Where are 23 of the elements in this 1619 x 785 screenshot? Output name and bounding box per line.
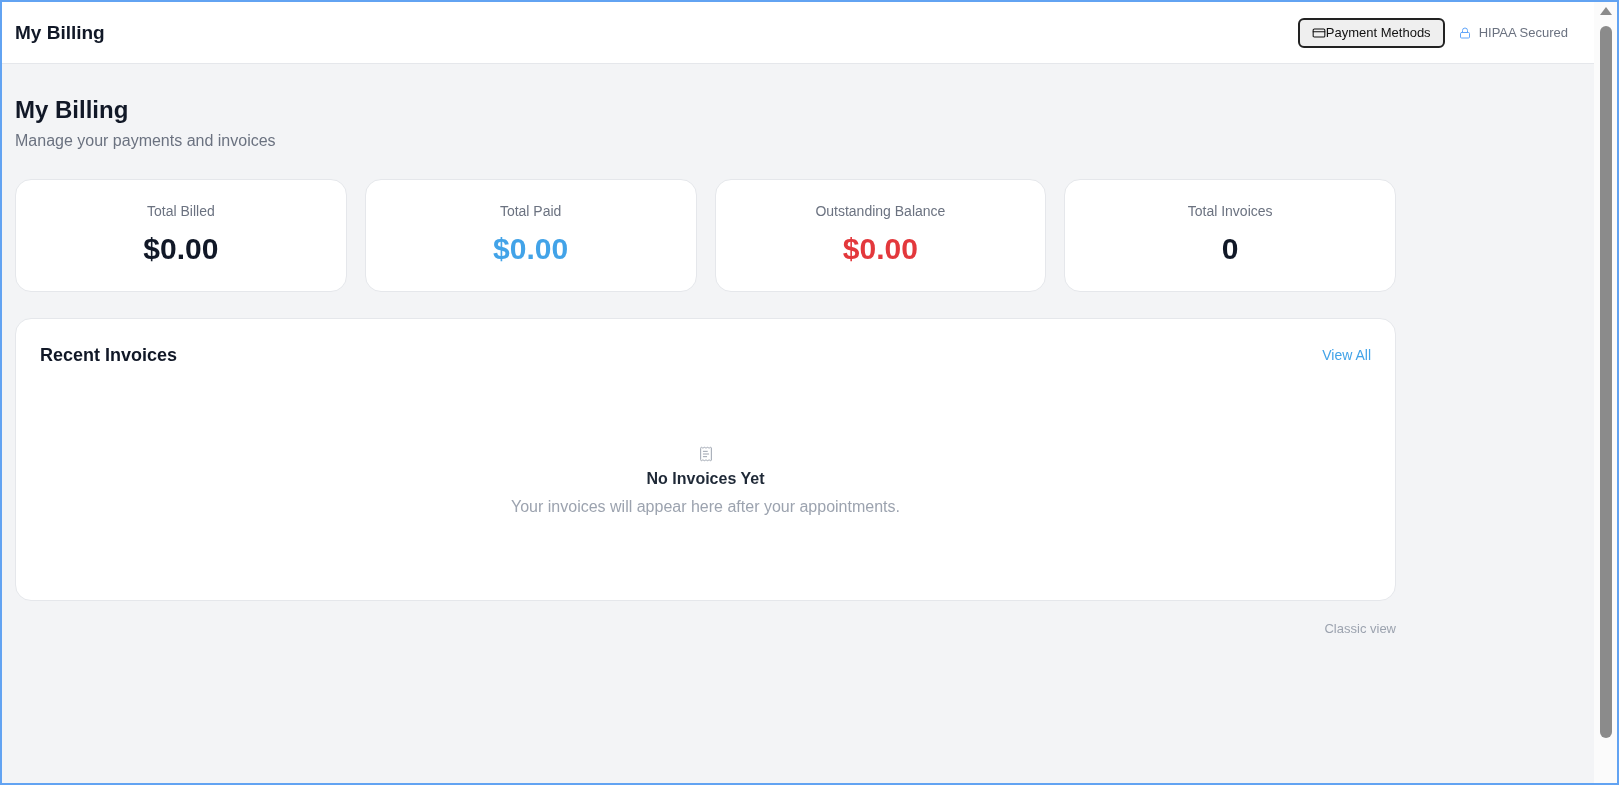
- empty-state-title: No Invoices Yet: [646, 469, 765, 489]
- section-title: Recent Invoices: [40, 344, 178, 367]
- page-subtitle: Manage your payments and invoices: [15, 131, 277, 151]
- app-title: My Billing: [15, 20, 105, 45]
- scrollbar-thumb[interactable]: [1599, 26, 1612, 738]
- stat-value: $0.00: [842, 231, 918, 267]
- scroll-up-arrow-icon[interactable]: [1599, 7, 1612, 15]
- stat-value: $0.00: [493, 231, 569, 267]
- stat-label: Total Invoices: [1187, 202, 1273, 221]
- page-title: My Billing: [15, 95, 130, 125]
- stat-label: Total Billed: [147, 202, 215, 221]
- receipt-icon: [697, 446, 714, 462]
- stat-value: 0: [1221, 231, 1239, 267]
- view-all-link[interactable]: View All: [1322, 345, 1371, 365]
- lock-icon: [1458, 26, 1471, 39]
- credit-card-icon: [1311, 25, 1326, 40]
- classic-view-link[interactable]: Classic view: [1324, 620, 1396, 638]
- stat-label: Total Paid: [499, 202, 562, 221]
- empty-state-message: Your invoices will appear here after your appointments.: [511, 497, 900, 517]
- stat-label: Outstanding Balance: [815, 202, 946, 221]
- stat-value: $0.00: [143, 231, 219, 267]
- payment-methods-button[interactable]: Payment Methods: [1297, 17, 1445, 48]
- security-badge-text: HIPAA Secured: [1478, 23, 1568, 42]
